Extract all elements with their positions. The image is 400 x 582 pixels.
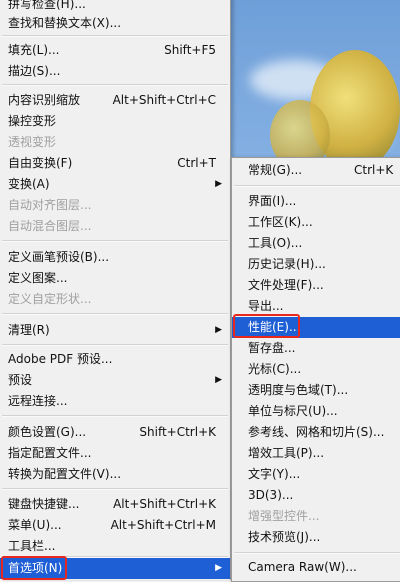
menu-item-auto-align-layers: 自动对齐图层... (8, 198, 92, 212)
menu-item-fill[interactable]: 填充(L)... Shift+F5 (0, 40, 230, 61)
submenu-item-interface[interactable]: 界面(I)... (232, 191, 400, 212)
submenu-item-camera-raw[interactable]: Camera Raw(W)... (232, 557, 400, 578)
annotation-box-preferences (1, 556, 67, 580)
submenu-item-tools[interactable]: 工具(O)... (232, 233, 400, 254)
submenu-separator (234, 552, 400, 554)
submenu-item-guides-grid-slices[interactable]: 参考线、网格和切片(S)... (232, 422, 400, 443)
submenu-item-file-handling[interactable]: 文件处理(F)... (232, 275, 400, 296)
menu-item-assign-profile[interactable]: 指定配置文件... (0, 443, 230, 464)
menu-item-puppet-warp[interactable]: 操控变形 (0, 111, 230, 132)
menu-separator (2, 415, 228, 417)
menu-item-transform[interactable]: 变换(A) ▶ (0, 174, 230, 195)
menu-item-toolbar[interactable]: 工具栏... (0, 536, 230, 557)
submenu-item-enhanced-controls: 增强型控件... (248, 509, 320, 523)
menu-item-auto-blend-layers: 自动混合图层... (8, 219, 92, 233)
shortcut-label: Alt+Shift+Ctrl+M (110, 518, 216, 532)
submenu-item-technology-previews[interactable]: 技术预览(J)... (232, 527, 400, 548)
menu-item-content-aware-scale[interactable]: 内容识别缩放 Alt+Shift+Ctrl+C (0, 90, 230, 111)
submenu-item-units-rulers[interactable]: 单位与标尺(U)... (232, 401, 400, 422)
submenu-item-transparency-gamut[interactable]: 透明度与色域(T)... (232, 380, 400, 401)
menu-item-remote-connections[interactable]: 远程连接... (0, 391, 230, 412)
submenu-item-general[interactable]: 常规(G)... Ctrl+K (232, 160, 400, 181)
menu-item-find-replace-text[interactable]: 查找和替换文本(X)... (0, 13, 230, 34)
edit-menu: 拼写检查(H)... 查找和替换文本(X)... 填充(L)... Shift+… (0, 0, 231, 580)
shortcut-label: Alt+Shift+Ctrl+C (112, 93, 216, 107)
menu-item-color-settings[interactable]: 颜色设置(G)... Shift+Ctrl+K (0, 422, 230, 443)
shortcut-label: Ctrl+T (177, 156, 216, 170)
menu-item-convert-to-profile[interactable]: 转换为配置文件(V)... (0, 464, 230, 485)
menu-item-menus[interactable]: 菜单(U)... Alt+Shift+Ctrl+M (0, 515, 230, 536)
submenu-arrow-icon: ▶ (215, 179, 222, 189)
submenu-item-3d[interactable]: 3D(3)... (232, 485, 400, 506)
menu-separator (2, 488, 228, 490)
submenu-item-cursors[interactable]: 光标(C)... (232, 359, 400, 380)
menu-item-define-pattern[interactable]: 定义图案... (0, 268, 230, 289)
submenu-item-scratch-disks[interactable]: 暂存盘... (232, 338, 400, 359)
submenu-item-type[interactable]: 文字(Y)... (232, 464, 400, 485)
menu-item-stroke[interactable]: 描边(S)... (0, 61, 230, 82)
submenu-arrow-icon: ▶ (215, 375, 222, 385)
menu-separator (2, 313, 228, 315)
submenu-item-history-log[interactable]: 历史记录(H)... (232, 254, 400, 275)
preferences-submenu: 常规(G)... Ctrl+K 界面(I)... 工作区(K)... 工具(O)… (231, 157, 400, 582)
shortcut-label: Shift+F5 (164, 43, 216, 57)
menu-separator (2, 344, 228, 346)
menu-item-free-transform[interactable]: 自由变换(F) Ctrl+T (0, 153, 230, 174)
menu-item-define-brush-preset[interactable]: 定义画笔预设(B)... (0, 247, 230, 268)
submenu-arrow-icon: ▶ (215, 325, 222, 335)
shortcut-label: Alt+Shift+Ctrl+K (113, 497, 216, 511)
menu-item-adobe-pdf-presets[interactable]: Adobe PDF 预设... (0, 349, 230, 370)
menu-item-define-custom-shape: 定义自定形状... (8, 292, 92, 306)
menu-separator (2, 240, 228, 242)
menu-separator (2, 35, 228, 37)
menu-item-purge[interactable]: 清理(R) ▶ (0, 320, 230, 341)
submenu-item-workspace[interactable]: 工作区(K)... (232, 212, 400, 233)
submenu-item-plug-ins[interactable]: 增效工具(P)... (232, 443, 400, 464)
shortcut-label: Ctrl+K (354, 163, 394, 177)
annotation-box-performance (233, 314, 300, 338)
submenu-separator (234, 185, 400, 187)
shortcut-label: Shift+Ctrl+K (139, 425, 216, 439)
menu-item-perspective-warp: 透视变形 (8, 135, 57, 149)
submenu-arrow-icon: ▶ (215, 563, 222, 573)
menu-item-presets[interactable]: 预设 ▶ (0, 370, 230, 391)
menu-separator (2, 84, 228, 86)
menu-item-keyboard-shortcuts[interactable]: 键盘快捷键... Alt+Shift+Ctrl+K (0, 494, 230, 515)
